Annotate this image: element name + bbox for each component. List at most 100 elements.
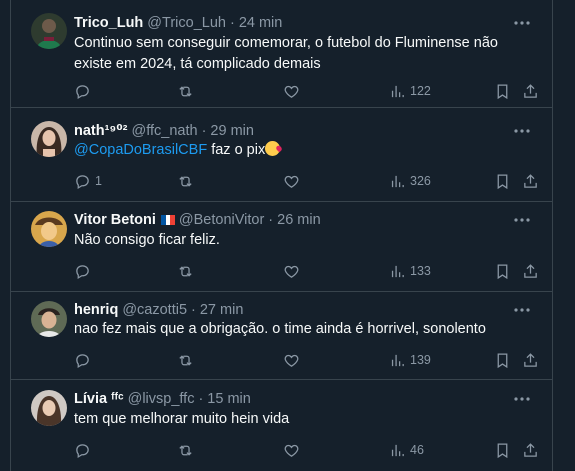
bookmark-button[interactable]: [494, 440, 511, 460]
france-flag-icon: [160, 215, 175, 225]
tweet-actions: 46: [11, 440, 552, 460]
share-button[interactable]: [522, 81, 539, 101]
share-icon: [524, 173, 537, 188]
tweet[interactable]: nath¹⁹⁰² @ffc_nath · 29 min @CopaDoBrasi…: [11, 108, 552, 202]
tweet-text: @CopaDoBrasilCBF faz o pix: [74, 140, 534, 161]
avatar[interactable]: [31, 390, 67, 426]
views-chart-icon: [391, 354, 404, 366]
avatar[interactable]: [31, 121, 67, 157]
reply-icon: [76, 84, 89, 99]
tweet-header: nath¹⁹⁰² @ffc_nath · 29 min: [74, 121, 254, 141]
reply-button[interactable]: [74, 440, 95, 460]
views-button[interactable]: 133: [389, 261, 431, 281]
retweet-button[interactable]: [177, 261, 194, 281]
separator-dot: ·: [201, 123, 207, 139]
tweet[interactable]: Trico_Luh @Trico_Luh · 24 min Continuo s…: [11, 0, 552, 108]
retweet-button[interactable]: [177, 81, 194, 101]
views-button[interactable]: 46: [389, 440, 424, 460]
timestamp[interactable]: 26 min: [277, 210, 321, 230]
bookmark-button[interactable]: [494, 261, 511, 281]
separator-dot: ·: [191, 302, 196, 318]
like-button[interactable]: [283, 81, 300, 101]
display-name[interactable]: nath¹⁹⁰²: [74, 121, 128, 141]
timestamp[interactable]: 24 min: [239, 13, 283, 33]
avatar[interactable]: [31, 13, 67, 49]
like-button[interactable]: [283, 171, 300, 191]
like-button[interactable]: [283, 261, 300, 281]
timeline: Trico_Luh @Trico_Luh · 24 min Continuo s…: [10, 0, 553, 471]
views-button[interactable]: 326: [389, 171, 431, 191]
tweet-actions: 1 326: [11, 171, 552, 191]
bookmark-icon: [497, 442, 508, 458]
display-name[interactable]: henriq: [74, 300, 118, 320]
reply-button[interactable]: [74, 350, 95, 370]
kiss-emoji-icon: [265, 141, 281, 156]
display-name[interactable]: Vitor Betoni: [74, 210, 156, 230]
more-dots-icon[interactable]: [512, 13, 532, 33]
like-button[interactable]: [283, 440, 300, 460]
heart-icon: [284, 175, 299, 188]
tweet-actions: 133: [11, 261, 552, 281]
bookmark-button[interactable]: [494, 350, 511, 370]
display-name[interactable]: Trico_Luh: [74, 13, 143, 33]
share-icon: [524, 263, 537, 278]
views-chart-icon: [391, 444, 404, 456]
share-icon: [524, 352, 537, 367]
views-chart-icon: [391, 85, 404, 97]
username[interactable]: @ffc_nath: [132, 121, 198, 141]
username[interactable]: @livsp_ffc: [128, 389, 195, 409]
bookmark-icon: [497, 173, 508, 189]
like-button[interactable]: [283, 350, 300, 370]
reply-button[interactable]: [74, 261, 95, 281]
avatar[interactable]: [31, 301, 67, 337]
timestamp[interactable]: 29 min: [210, 121, 254, 141]
username[interactable]: @BetoniVitor: [179, 210, 264, 230]
tweet-text: nao fez mais que a obrigação. o time ain…: [74, 321, 486, 337]
avatar[interactable]: [31, 211, 67, 247]
share-icon: [524, 442, 537, 457]
tweet[interactable]: Vitor Betoni @BetoniVitor · 26 min Não c…: [11, 202, 552, 292]
tweet-text: tem que melhorar muito hein vida: [74, 411, 290, 427]
share-icon: [524, 83, 537, 98]
retweet-button[interactable]: [177, 440, 194, 460]
timestamp[interactable]: 27 min: [200, 300, 244, 320]
bookmark-icon: [497, 352, 508, 368]
bookmark-button[interactable]: [494, 81, 511, 101]
tweet-actions: 122: [11, 81, 552, 101]
reply-icon: [76, 443, 89, 458]
heart-icon: [284, 354, 299, 367]
more-dots-icon[interactable]: [512, 121, 532, 141]
bookmark-button[interactable]: [494, 171, 511, 191]
retweet-button[interactable]: [177, 171, 194, 191]
views-chart-icon: [391, 265, 404, 277]
view-count: 122: [410, 84, 431, 98]
more-dots-icon[interactable]: [512, 300, 532, 320]
timestamp[interactable]: 15 min: [207, 389, 251, 409]
username[interactable]: @Trico_Luh: [147, 13, 226, 33]
separator-dot: ·: [268, 212, 274, 228]
more-dots-icon[interactable]: [512, 389, 532, 409]
tweet-header: Vitor Betoni @BetoniVitor · 26 min: [74, 210, 321, 230]
share-button[interactable]: [522, 261, 539, 281]
tweet[interactable]: henriq @cazotti5 · 27 min nao fez mais q…: [11, 292, 552, 380]
share-button[interactable]: [522, 171, 539, 191]
username[interactable]: @cazotti5: [122, 300, 187, 320]
views-button[interactable]: 139: [389, 350, 431, 370]
separator-dot: ·: [229, 15, 235, 31]
more-dots-icon[interactable]: [512, 210, 532, 230]
tweet-header: Lívia ᶠᶠᶜ @livsp_ffc · 15 min: [74, 389, 251, 409]
view-count: 326: [410, 174, 431, 188]
display-name[interactable]: Lívia ᶠᶠᶜ: [74, 389, 124, 409]
reply-button[interactable]: 1: [74, 171, 102, 191]
retweet-icon: [179, 265, 192, 277]
mention-link[interactable]: @CopaDoBrasilCBF: [74, 142, 207, 158]
views-button[interactable]: 122: [389, 81, 431, 101]
share-button[interactable]: [522, 440, 539, 460]
tweet[interactable]: Lívia ᶠᶠᶜ @livsp_ffc · 15 min tem que me…: [11, 380, 552, 471]
reply-button[interactable]: [74, 81, 95, 101]
retweet-button[interactable]: [177, 350, 194, 370]
share-button[interactable]: [522, 350, 539, 370]
view-count: 46: [410, 443, 424, 457]
reply-icon: [76, 174, 89, 189]
bookmark-icon: [497, 263, 508, 279]
